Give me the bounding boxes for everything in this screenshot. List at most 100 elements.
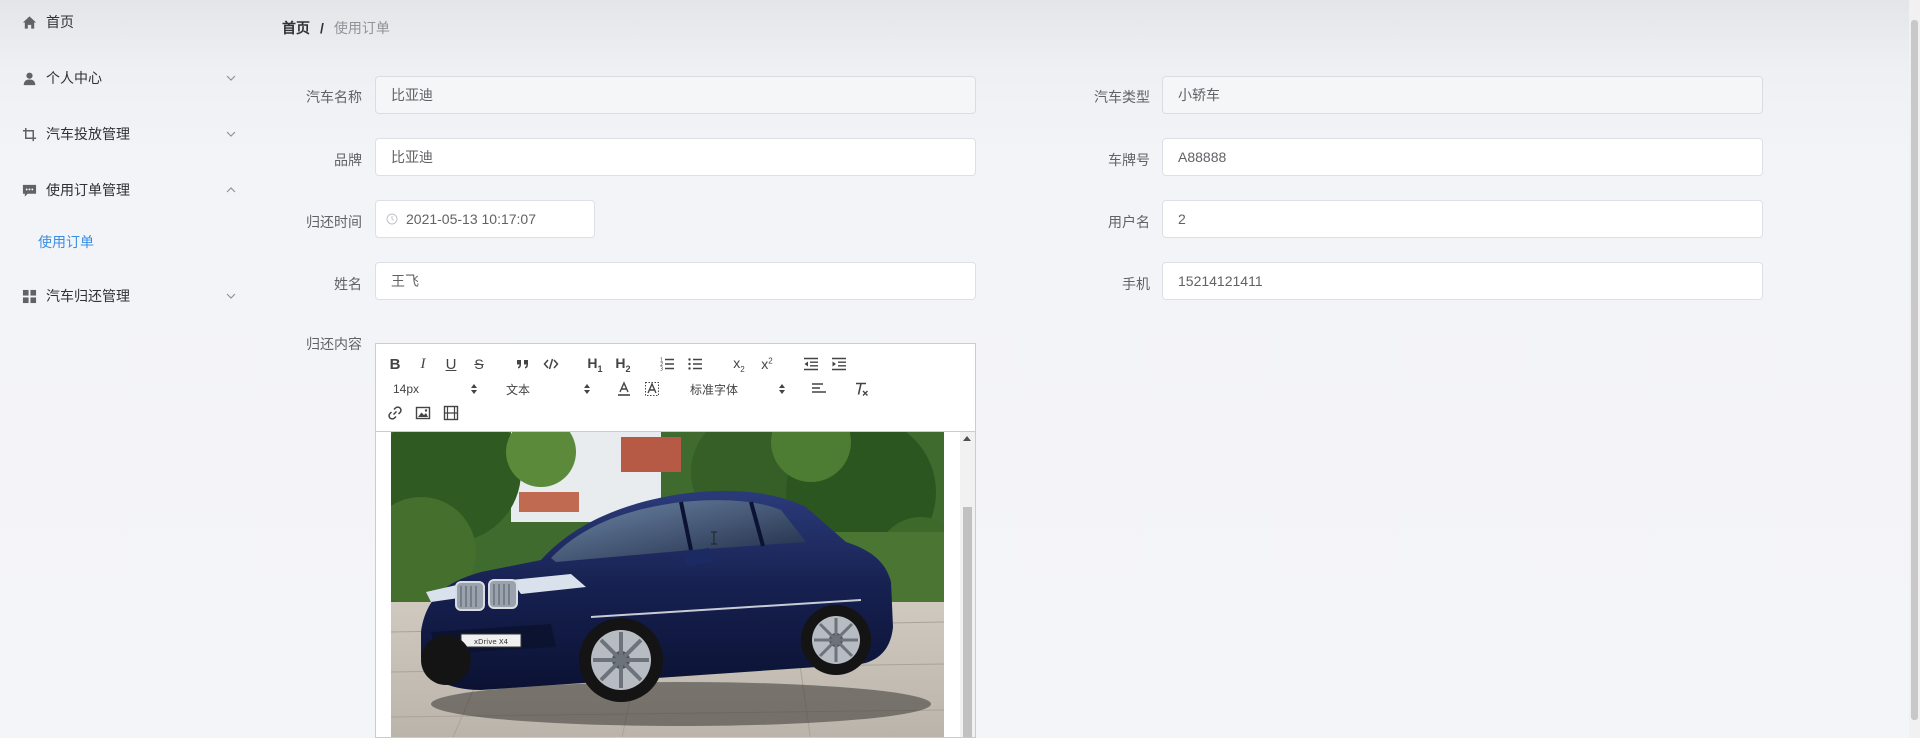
breadcrumb-home[interactable]: 首页 [282, 18, 310, 38]
font-family-value: 标准字体 [690, 382, 739, 397]
editor-scrollbar-thumb[interactable] [963, 507, 972, 737]
editor-scrollbar[interactable] [960, 432, 975, 737]
sidebar-item-home[interactable]: 首页 [0, 2, 255, 42]
image-icon [415, 406, 431, 420]
strike-button[interactable]: S [468, 354, 490, 374]
chevron-up-icon [226, 187, 236, 193]
sidebar-subitem-orders[interactable]: 使用订单 [0, 222, 255, 262]
bullet-list-button[interactable] [684, 354, 706, 374]
clear-format-icon [856, 382, 868, 396]
message-icon [21, 182, 37, 198]
sidebar: 首页 个人中心 汽车投放管理 使用订单管理 使用订单 汽车归还管理 [0, 0, 255, 738]
heading-picker[interactable]: 文本 [506, 379, 590, 399]
car-type-field[interactable]: 小轿车 [1162, 76, 1763, 114]
plate-field[interactable]: A88888 [1162, 138, 1763, 176]
indent-button[interactable] [828, 354, 850, 374]
brand-label: 品牌 [334, 152, 362, 168]
phone-field[interactable]: 15214121411 [1162, 262, 1763, 300]
car-image: xDrive X4 [391, 432, 944, 737]
phone-label: 手机 [1122, 276, 1150, 292]
name-label: 姓名 [334, 276, 362, 292]
plate-value: A88888 [1178, 149, 1227, 165]
video-icon [443, 405, 459, 421]
font-color-button[interactable] [613, 379, 635, 399]
username-field[interactable]: 2 [1162, 200, 1763, 238]
car-type-label: 汽车类型 [1094, 89, 1150, 105]
sidebar-item-order-management[interactable]: 使用订单管理 [0, 170, 255, 210]
font-size-picker[interactable]: 14px [393, 379, 477, 399]
editor-content[interactable]: xDrive X4 [376, 432, 975, 737]
brand-field[interactable]: 比亚迪 [375, 138, 976, 176]
content-label: 归还内容 [306, 336, 362, 352]
background-color-icon [645, 382, 659, 396]
superscript-button[interactable]: x2 [756, 354, 778, 374]
return-time-label: 归还时间 [306, 214, 362, 230]
svg-text:3: 3 [660, 367, 663, 373]
select-arrows-icon [471, 384, 477, 394]
superscript-icon: x2 [761, 356, 773, 372]
clear-format-button[interactable] [850, 379, 872, 399]
scroll-up-arrow-icon[interactable] [963, 436, 971, 441]
clock-icon [386, 213, 398, 225]
link-button[interactable] [384, 403, 406, 423]
align-button[interactable] [808, 379, 830, 399]
name-field[interactable]: 王飞 [375, 262, 976, 300]
font-family-picker[interactable]: 标准字体 [690, 379, 785, 399]
sidebar-item-profile[interactable]: 个人中心 [0, 58, 255, 98]
chevron-down-icon [226, 293, 236, 299]
phone-value: 15214121411 [1178, 273, 1263, 289]
chevron-down-icon [226, 75, 236, 81]
editor-toolbar: B I U S H1 H2 123 x2 x2 14px 文本 标准字体 [376, 344, 975, 432]
underline-button[interactable]: U [440, 354, 462, 374]
header1-button[interactable]: H1 [584, 354, 606, 374]
italic-button[interactable]: I [412, 354, 434, 374]
bold-button[interactable]: B [384, 354, 406, 374]
car-name-field[interactable]: 比亚迪 [375, 76, 976, 114]
car-type-value: 小轿车 [1178, 87, 1220, 103]
page-scrollbar-thumb[interactable] [1911, 20, 1918, 720]
header2-button[interactable]: H2 [612, 354, 634, 374]
code-block-button[interactable] [540, 354, 562, 374]
grid-icon [21, 288, 37, 304]
ordered-list-icon: 123 [660, 358, 674, 373]
breadcrumb-current: 使用订单 [333, 20, 390, 36]
return-time-value: 2021-05-13 10:17:07 [406, 211, 536, 227]
plate-text: xDrive X4 [474, 638, 509, 646]
blockquote-button[interactable] [512, 354, 534, 374]
crop-icon [21, 126, 37, 142]
username-label: 用户名 [1108, 214, 1150, 230]
rich-text-editor: B I U S H1 H2 123 x2 x2 14px 文本 标准字体 xDr… [375, 343, 976, 738]
sidebar-item-car-delivery[interactable]: 汽车投放管理 [0, 114, 255, 154]
return-time-picker[interactable]: 2021-05-13 10:17:07 [375, 200, 595, 238]
header1-icon: H1 [587, 354, 603, 374]
subscript-button[interactable]: x2 [728, 354, 750, 374]
background-color-button[interactable] [641, 379, 663, 399]
link-icon [388, 406, 402, 420]
sidebar-item-label: 使用订单管理 [46, 182, 130, 198]
outdent-button[interactable] [800, 354, 822, 374]
sidebar-item-label: 个人中心 [46, 70, 102, 86]
font-color-icon [618, 381, 630, 396]
image-button[interactable] [412, 403, 434, 423]
code-icon [543, 358, 559, 370]
page-scrollbar[interactable] [1909, 0, 1920, 738]
breadcrumb: 首页 / 使用订单 [282, 18, 390, 38]
video-button[interactable] [440, 403, 462, 423]
brand-value: 比亚迪 [391, 149, 433, 165]
name-value: 王飞 [391, 273, 419, 289]
header2-icon: H2 [615, 354, 631, 374]
username-value: 2 [1178, 211, 1186, 227]
breadcrumb-separator: / [320, 20, 324, 36]
select-arrows-icon [584, 384, 590, 394]
car-photo: xDrive X4 [391, 432, 944, 737]
home-icon [21, 14, 37, 30]
ordered-list-button[interactable]: 123 [656, 354, 678, 374]
user-icon [21, 70, 37, 86]
sidebar-item-car-return[interactable]: 汽车归还管理 [0, 276, 255, 316]
car-name-value: 比亚迪 [391, 87, 433, 103]
quote-icon [517, 360, 528, 369]
sidebar-item-label: 使用订单 [38, 234, 94, 250]
indent-icon [832, 357, 846, 371]
outdent-icon [804, 357, 818, 371]
strike-icon: S [474, 356, 484, 372]
